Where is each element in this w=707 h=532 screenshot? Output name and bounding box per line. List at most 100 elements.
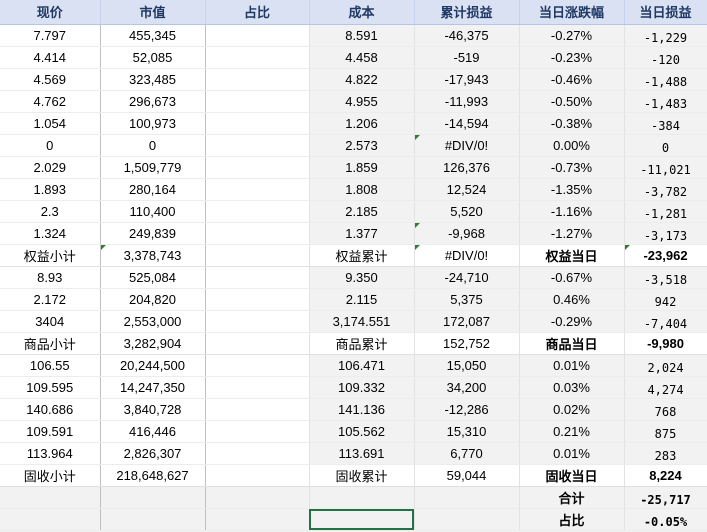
cell-cumulative-pl[interactable]: [414, 508, 520, 531]
cell-current-price[interactable]: 109.591: [0, 420, 101, 443]
cell-cumulative-pl[interactable]: -14,594: [414, 112, 520, 135]
cell-cost[interactable]: 8.591: [309, 24, 415, 47]
cell-cost[interactable]: [309, 486, 415, 509]
cell-current-price[interactable]: [0, 508, 101, 531]
cell-cost[interactable]: 4.955: [309, 90, 415, 113]
cell-daily-pl[interactable]: 2,024: [624, 354, 707, 377]
cell-cumulative-pl[interactable]: 152,752: [414, 332, 520, 355]
cell-daily-pl[interactable]: -384: [624, 112, 707, 135]
cell-daily-pl[interactable]: -11,021: [624, 156, 707, 179]
cell-market-value[interactable]: 323,485: [100, 68, 206, 91]
cell-market-value[interactable]: 249,839: [100, 222, 206, 245]
cell-ratio[interactable]: [205, 464, 310, 487]
cell-cost[interactable]: 固收累计: [309, 464, 415, 487]
cell-cost[interactable]: 109.332: [309, 376, 415, 399]
cell-market-value[interactable]: 14,247,350: [100, 376, 206, 399]
cell-daily-pl[interactable]: 942: [624, 288, 707, 311]
cell-current-price[interactable]: 2.172: [0, 288, 101, 311]
cell-daily-pl[interactable]: 283: [624, 442, 707, 465]
cell-ratio[interactable]: [205, 508, 310, 531]
cell-ratio[interactable]: [205, 156, 310, 179]
cell-daily-change[interactable]: 权益当日: [519, 244, 625, 267]
cell-market-value[interactable]: 110,400: [100, 200, 206, 223]
cell-market-value[interactable]: [100, 486, 206, 509]
cell-cost[interactable]: 105.562: [309, 420, 415, 443]
cell-daily-pl[interactable]: 0: [624, 134, 707, 157]
cell-current-price[interactable]: [0, 486, 101, 509]
cell-cumulative-pl[interactable]: 5,375: [414, 288, 520, 311]
cell-ratio[interactable]: [205, 46, 310, 69]
cell-market-value[interactable]: 3,282,904: [100, 332, 206, 355]
header-cumulative-pl[interactable]: 累计损益: [414, 0, 520, 25]
cell-ratio[interactable]: [205, 354, 310, 377]
cell-market-value[interactable]: 3,840,728: [100, 398, 206, 421]
cell-current-price[interactable]: 4.414: [0, 46, 101, 69]
cell-market-value[interactable]: 204,820: [100, 288, 206, 311]
cell-cumulative-pl[interactable]: -12,286: [414, 398, 520, 421]
cell-daily-pl[interactable]: -1,281: [624, 200, 707, 223]
cell-current-price[interactable]: 2.029: [0, 156, 101, 179]
cell-current-price[interactable]: 3404: [0, 310, 101, 333]
cell-daily-pl[interactable]: -23,962: [624, 244, 707, 267]
cell-daily-change[interactable]: 商品当日: [519, 332, 625, 355]
cell-current-price[interactable]: 140.686: [0, 398, 101, 421]
cell-cumulative-pl[interactable]: -46,375: [414, 24, 520, 47]
cell-daily-change[interactable]: -0.73%: [519, 156, 625, 179]
cell-market-value[interactable]: 280,164: [100, 178, 206, 201]
cell-current-price[interactable]: 113.964: [0, 442, 101, 465]
cell-daily-change[interactable]: 0.00%: [519, 134, 625, 157]
cell-current-price[interactable]: 4.569: [0, 68, 101, 91]
cell-market-value[interactable]: 416,446: [100, 420, 206, 443]
cell-ratio[interactable]: [205, 486, 310, 509]
cell-daily-change[interactable]: 0.21%: [519, 420, 625, 443]
cell-cost[interactable]: 1.859: [309, 156, 415, 179]
cell-current-price[interactable]: 2.3: [0, 200, 101, 223]
cell-cumulative-pl[interactable]: 6,770: [414, 442, 520, 465]
cell-cumulative-pl[interactable]: -24,710: [414, 266, 520, 289]
cell-current-price[interactable]: 1.054: [0, 112, 101, 135]
cell-daily-pl[interactable]: 4,274: [624, 376, 707, 399]
cell-daily-change[interactable]: -0.29%: [519, 310, 625, 333]
cell-ratio[interactable]: [205, 178, 310, 201]
cell-daily-change[interactable]: -0.67%: [519, 266, 625, 289]
cell-daily-change[interactable]: -0.46%: [519, 68, 625, 91]
cell-ratio[interactable]: [205, 310, 310, 333]
header-ratio[interactable]: 占比: [205, 0, 310, 25]
cell-market-value[interactable]: 2,553,000: [100, 310, 206, 333]
cell-cumulative-pl[interactable]: 15,310: [414, 420, 520, 443]
cell-market-value[interactable]: 525,084: [100, 266, 206, 289]
cell-daily-pl[interactable]: -0.05%: [624, 508, 707, 531]
cell-daily-change[interactable]: -1.27%: [519, 222, 625, 245]
cell-cost[interactable]: 4.822: [309, 68, 415, 91]
cell-cost[interactable]: 113.691: [309, 442, 415, 465]
cell-market-value[interactable]: 455,345: [100, 24, 206, 47]
cell-ratio[interactable]: [205, 288, 310, 311]
cell-daily-change[interactable]: 固收当日: [519, 464, 625, 487]
cell-cumulative-pl[interactable]: #DIV/0!: [414, 244, 520, 267]
cell-cumulative-pl[interactable]: 15,050: [414, 354, 520, 377]
cell-daily-pl[interactable]: 8,224: [624, 464, 707, 487]
cell-daily-change[interactable]: 0.46%: [519, 288, 625, 311]
selected-cell-cursor[interactable]: [309, 509, 414, 530]
cell-daily-pl[interactable]: -3,782: [624, 178, 707, 201]
cell-current-price[interactable]: 7.797: [0, 24, 101, 47]
cell-cost[interactable]: 1.377: [309, 222, 415, 245]
cell-ratio[interactable]: [205, 68, 310, 91]
cell-daily-pl[interactable]: -25,717: [624, 486, 707, 509]
cell-daily-pl[interactable]: -1,488: [624, 68, 707, 91]
cell-ratio[interactable]: [205, 420, 310, 443]
cell-cost[interactable]: 2.185: [309, 200, 415, 223]
cell-market-value[interactable]: 20,244,500: [100, 354, 206, 377]
cell-ratio[interactable]: [205, 200, 310, 223]
cell-ratio[interactable]: [205, 134, 310, 157]
header-market-value[interactable]: 市值: [100, 0, 206, 25]
cell-daily-pl[interactable]: -3,173: [624, 222, 707, 245]
cell-cost[interactable]: 3,174.551: [309, 310, 415, 333]
cell-daily-change[interactable]: -1.16%: [519, 200, 625, 223]
cell-ratio[interactable]: [205, 266, 310, 289]
cell-current-price[interactable]: 固收小计: [0, 464, 101, 487]
cell-market-value[interactable]: 1,509,779: [100, 156, 206, 179]
cell-cumulative-pl[interactable]: -9,968: [414, 222, 520, 245]
cell-current-price[interactable]: 8.93: [0, 266, 101, 289]
cell-current-price[interactable]: 4.762: [0, 90, 101, 113]
